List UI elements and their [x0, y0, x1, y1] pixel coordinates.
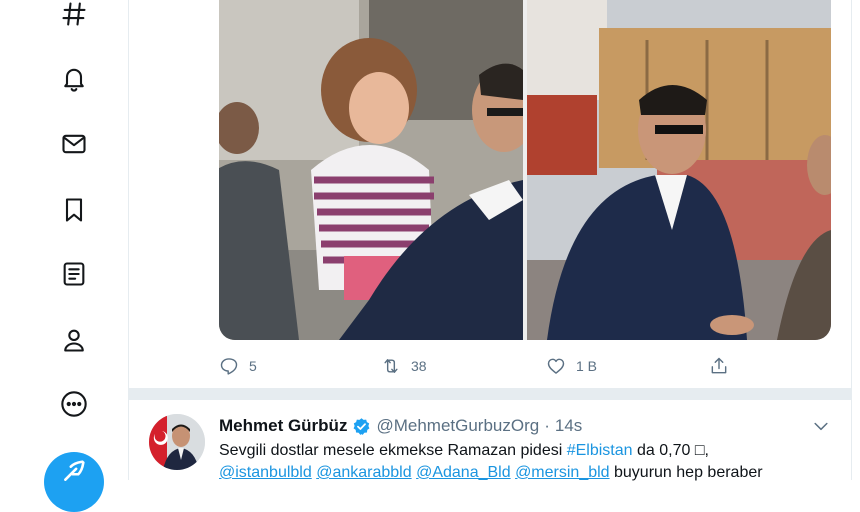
tweet-timestamp[interactable]: 14s [555, 416, 582, 436]
reply-button[interactable]: 5 [219, 352, 257, 380]
mention-link[interactable]: @ankarabbld [316, 464, 411, 481]
verified-badge-icon [354, 417, 370, 435]
tweet-text: Sevgili dostlar mesele ekmekse Ramazan p… [219, 442, 567, 459]
compose-tweet-button[interactable] [44, 452, 104, 512]
feather-icon [64, 460, 85, 481]
mention-link[interactable]: @Adana_Bld [416, 464, 511, 481]
mention-link[interactable]: @mersin_bld [515, 464, 610, 481]
tweet-header: Mehmet Gürbüz @MehmetGurbuzOrg · 14s [219, 416, 582, 436]
list-icon[interactable] [56, 256, 92, 292]
tweet-text-line-2: @istanbulbld @ankarabbld @Adana_Bld @mer… [219, 464, 763, 482]
mention-link[interactable]: @istanbulbld [219, 464, 312, 481]
tweet-text-line-1: Sevgili dostlar mesele ekmekse Ramazan p… [219, 442, 709, 460]
like-button[interactable]: 1 B [546, 352, 597, 380]
tweet-photo-2[interactable] [527, 0, 831, 340]
more-icon[interactable] [56, 386, 92, 422]
tweet-photo-1[interactable] [219, 0, 523, 340]
author-name[interactable]: Mehmet Gürbüz [219, 416, 347, 436]
retweet-count: 38 [411, 358, 427, 374]
nav-rail [0, 0, 128, 512]
bell-icon[interactable] [56, 60, 92, 96]
hashtag-icon[interactable] [56, 0, 92, 32]
share-button[interactable] [709, 352, 729, 380]
retweet-button[interactable]: 38 [381, 352, 427, 380]
heart-icon [547, 358, 565, 374]
avatar[interactable] [149, 414, 205, 470]
tweet-text: buyurun hep beraber [609, 464, 763, 481]
mail-icon[interactable] [56, 126, 92, 162]
hashtag-link[interactable]: #Elbistan [567, 442, 633, 459]
tweet-media-grid [219, 0, 831, 340]
timeline: 5 38 1 B Mehmet Gürbüz @MehmetGurbuzOrg … [128, 0, 852, 482]
timeline-divider [129, 388, 851, 400]
chevron-down-icon [814, 422, 828, 431]
tweet-menu-button[interactable] [811, 416, 831, 436]
reply-icon [220, 358, 238, 375]
share-icon [711, 357, 727, 374]
author-handle[interactable]: @MehmetGurbuzOrg [376, 416, 539, 436]
profile-icon[interactable] [56, 322, 92, 358]
tweet-action-bar: 5 38 1 B [219, 352, 779, 380]
reply-count: 5 [249, 358, 257, 374]
tweet-text: da 0,70 □, [632, 442, 709, 459]
bookmark-icon[interactable] [56, 192, 92, 228]
like-count: 1 B [576, 358, 598, 374]
header-separator: · [544, 416, 550, 435]
retweet-icon [384, 359, 398, 373]
tweet[interactable]: Mehmet Gürbüz @MehmetGurbuzOrg · 14s Sev… [129, 400, 851, 482]
